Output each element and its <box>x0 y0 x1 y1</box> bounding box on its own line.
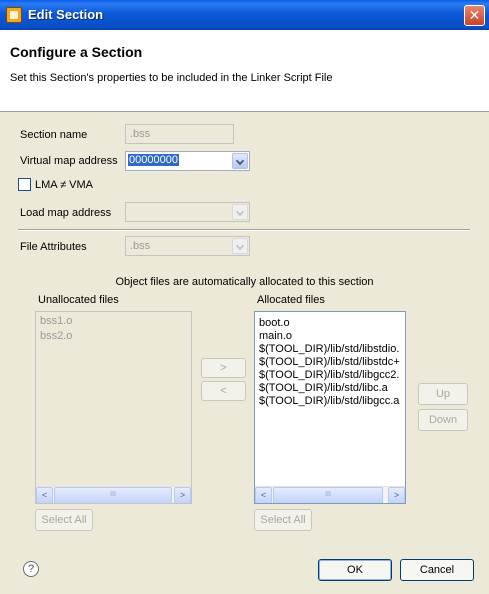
virtual-map-dropdown-button[interactable] <box>232 153 248 169</box>
scroll-left-button[interactable]: < <box>255 487 272 503</box>
close-button[interactable]: ✕ <box>464 5 485 26</box>
allocated-hscrollbar[interactable]: < III > <box>255 486 405 503</box>
select-all-unallocated-button[interactable]: Select All <box>35 509 93 531</box>
unallocated-hscrollbar[interactable]: < III > <box>36 486 191 503</box>
load-map-dropdown-button <box>232 204 248 220</box>
section-name-field: .bss <box>125 124 234 144</box>
unallocated-files-label: Unallocated files <box>38 294 119 306</box>
dialog-header: Configure a Section Set this Section's p… <box>0 30 489 112</box>
list-item[interactable]: $(TOOL_DIR)/lib/std/libstdc+ <box>259 356 400 368</box>
scroll-thumb[interactable]: III <box>273 487 383 503</box>
chevron-down-icon <box>235 156 245 166</box>
lma-checkbox[interactable] <box>18 178 31 191</box>
scroll-left-button[interactable]: < <box>36 487 53 503</box>
virtual-map-label: Virtual map address <box>20 155 118 167</box>
allocated-files-label: Allocated files <box>257 294 325 306</box>
virtual-map-value: 00000000 <box>128 154 179 166</box>
edit-section-dialog: Edit Section ✕ Configure a Section Set t… <box>0 0 489 594</box>
down-button[interactable]: Down <box>418 409 468 431</box>
list-item[interactable]: $(TOOL_DIR)/lib/std/libgcc2. <box>259 369 399 381</box>
section-name-value: .bss <box>130 128 151 140</box>
scroll-right-button[interactable]: > <box>388 487 405 503</box>
allocated-files-list[interactable]: boot.o main.o $(TOOL_DIR)/lib/std/libstd… <box>254 311 406 504</box>
header-title: Configure a Section <box>10 44 143 60</box>
select-all-allocated-button[interactable]: Select All <box>254 509 312 531</box>
chevron-down-icon <box>235 207 245 217</box>
list-item[interactable]: bss1.o <box>40 315 72 327</box>
move-left-button[interactable]: < <box>201 381 246 401</box>
window-title: Edit Section <box>28 7 104 22</box>
load-map-combo <box>125 202 250 222</box>
app-icon <box>6 7 22 23</box>
list-item[interactable]: bss2.o <box>40 330 72 342</box>
lma-checkbox-label: LMA ≠ VMA <box>35 179 93 191</box>
scroll-right-button[interactable]: > <box>174 487 191 503</box>
file-attributes-combo: .bss <box>125 236 250 256</box>
virtual-map-combo[interactable]: 00000000 <box>125 151 250 171</box>
section-name-label: Section name <box>20 129 88 141</box>
help-icon[interactable]: ? <box>23 561 39 577</box>
list-item[interactable]: $(TOOL_DIR)/lib/std/libstdio. <box>259 343 399 355</box>
load-map-label: Load map address <box>20 207 112 219</box>
separator <box>18 229 470 231</box>
cancel-button[interactable]: Cancel <box>400 559 474 581</box>
ok-button[interactable]: OK <box>318 559 392 581</box>
scroll-thumb[interactable]: III <box>54 487 172 503</box>
list-item[interactable]: main.o <box>259 330 292 342</box>
list-item[interactable]: boot.o <box>259 317 290 329</box>
allocation-info-text: Object files are automatically allocated… <box>115 276 374 288</box>
list-item[interactable]: $(TOOL_DIR)/lib/std/libgcc.a <box>259 395 399 407</box>
file-attributes-value: .bss <box>130 240 151 252</box>
chevron-down-icon <box>235 241 245 251</box>
up-button[interactable]: Up <box>418 383 468 405</box>
header-description: Set this Section's properties to be incl… <box>10 72 333 84</box>
list-item[interactable]: $(TOOL_DIR)/lib/std/libc.a <box>259 382 388 394</box>
file-attributes-label: File Attributes <box>20 241 87 253</box>
move-right-button[interactable]: > <box>201 358 246 378</box>
title-bar[interactable]: Edit Section ✕ <box>0 0 489 30</box>
file-attributes-dropdown-button <box>232 238 248 254</box>
unallocated-files-list[interactable]: bss1.o bss2.o < III > <box>35 311 192 504</box>
